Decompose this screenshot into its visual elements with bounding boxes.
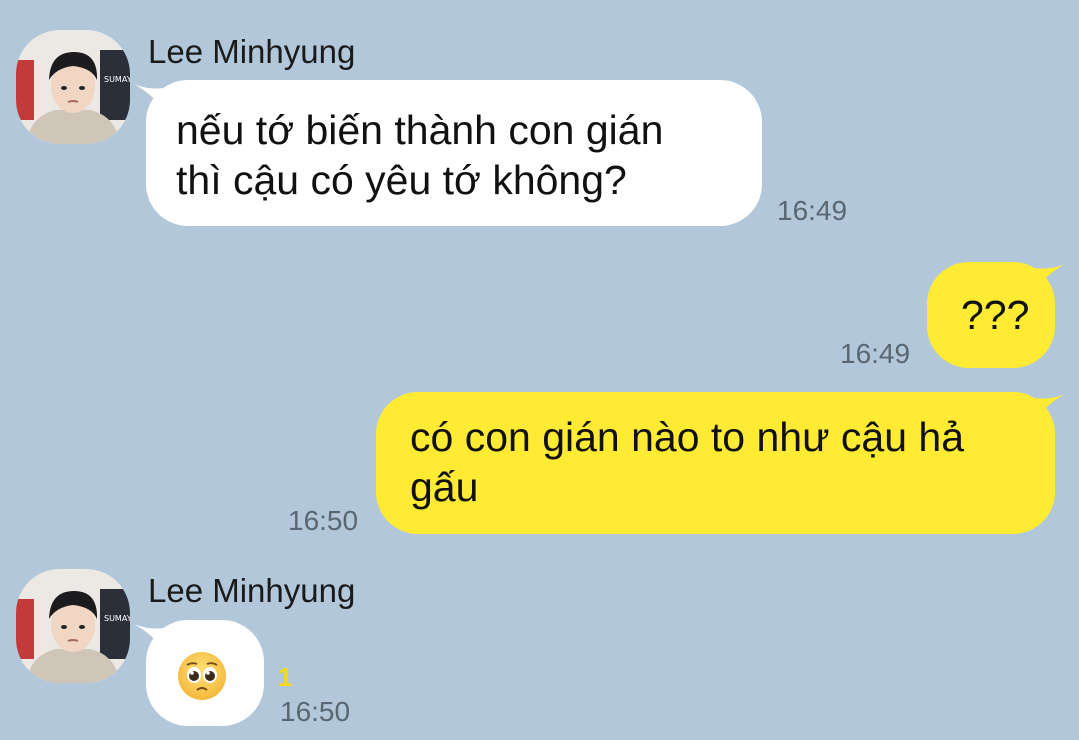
- unread-count: 1: [278, 662, 293, 692]
- avatar[interactable]: SUMAYUS: [16, 30, 130, 144]
- message-text: ???: [961, 292, 1030, 338]
- svg-text:SUMAYUS: SUMAYUS: [104, 614, 130, 623]
- message-bubble[interactable]: có con gián nào to như cậu hả gấu: [376, 392, 1065, 534]
- pleading-face-emoji: [178, 652, 226, 700]
- bubble-tail: [1035, 394, 1065, 420]
- message-text: có con gián nào to như cậu hả gấu: [410, 414, 965, 510]
- bubble-tail: [134, 84, 164, 110]
- sender-name: Lee Minhyung: [148, 33, 356, 70]
- message-time: 16:50: [280, 696, 351, 727]
- message-bubble[interactable]: [134, 620, 264, 726]
- message-time: 16:49: [777, 195, 848, 226]
- sender-name: Lee Minhyung: [148, 572, 356, 609]
- chat-room[interactable]: SUMAYUS Lee Minhyung nếu tớ biến thành c…: [0, 0, 1079, 740]
- svg-text:SUMAYUS: SUMAYUS: [104, 75, 130, 84]
- message-time: 16:49: [840, 338, 911, 369]
- avatar[interactable]: SUMAYUS: [16, 569, 130, 683]
- message-text: nếu tớ biến thành con gián thì cậu có yê…: [176, 107, 664, 203]
- bubble-tail: [1035, 264, 1065, 290]
- message-bubble[interactable]: ???: [927, 262, 1065, 368]
- bubble-tail: [134, 624, 164, 650]
- message-bubble[interactable]: nếu tớ biến thành con gián thì cậu có yê…: [134, 80, 762, 226]
- message-time: 16:50: [288, 505, 359, 536]
